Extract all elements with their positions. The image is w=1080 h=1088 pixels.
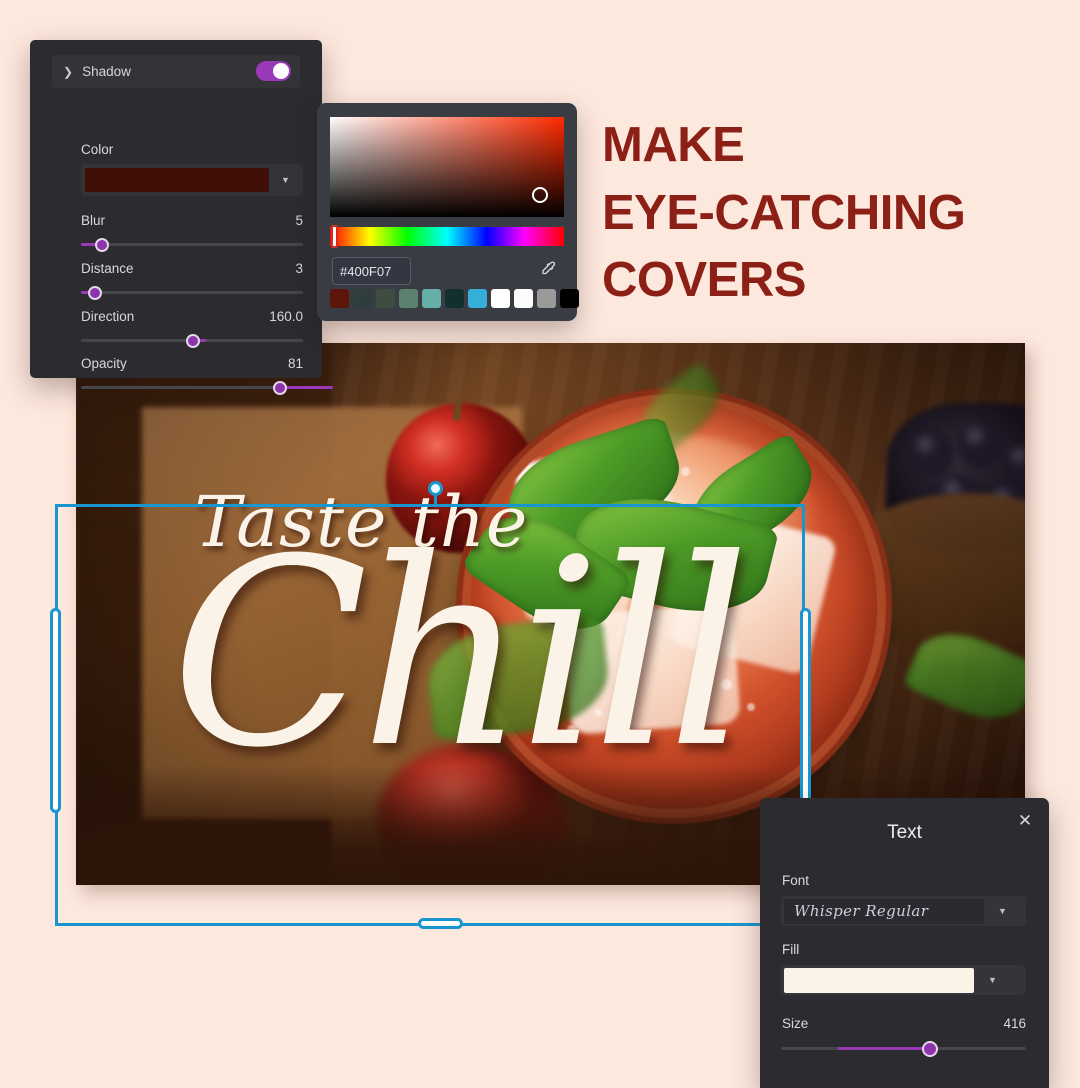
rotate-handle-icon[interactable] bbox=[428, 481, 443, 496]
hue-slider-cursor[interactable] bbox=[331, 225, 338, 248]
preset-swatch-row bbox=[330, 289, 579, 308]
direction-label: Direction bbox=[81, 309, 135, 324]
opacity-label: Opacity bbox=[81, 356, 127, 371]
text-panel-title: Text bbox=[887, 822, 922, 843]
opacity-slider-track[interactable] bbox=[81, 386, 303, 389]
chevron-down-icon[interactable]: ❯ bbox=[63, 66, 73, 78]
blur-slider-knob[interactable] bbox=[95, 238, 109, 252]
resize-handle-right[interactable] bbox=[800, 608, 811, 813]
app-canvas-root: Taste the Chill MAKE EYE-CATCHING COVERS… bbox=[0, 0, 1080, 1088]
headline-line-1: MAKE bbox=[602, 118, 745, 172]
font-select-field[interactable]: Whisper Regular ▼ bbox=[781, 896, 1026, 926]
blur-value: 5 bbox=[295, 213, 303, 228]
preset-swatch[interactable] bbox=[514, 289, 533, 308]
size-slider-knob[interactable] bbox=[922, 1041, 938, 1057]
shadow-color-label: Color bbox=[81, 142, 114, 157]
blur-slider-track[interactable] bbox=[81, 243, 303, 246]
close-icon[interactable]: ✕ bbox=[1017, 812, 1033, 829]
color-picker-popup: #400F07 bbox=[317, 103, 579, 321]
shadow-section-header[interactable]: ❯ Shadow bbox=[52, 55, 300, 88]
preset-swatch[interactable] bbox=[353, 289, 372, 308]
shadow-color-swatch[interactable] bbox=[85, 168, 269, 192]
preset-swatch[interactable] bbox=[491, 289, 510, 308]
chevron-down-icon[interactable]: ▼ bbox=[998, 906, 1007, 916]
resize-handle-bottom[interactable] bbox=[418, 918, 463, 929]
distance-slider-knob[interactable] bbox=[88, 286, 102, 300]
opacity-slider-fill bbox=[286, 386, 333, 389]
preset-swatch[interactable] bbox=[445, 289, 464, 308]
promo-headline: MAKE EYE-CATCHING COVERS bbox=[602, 112, 1052, 315]
chevron-down-icon[interactable]: ▼ bbox=[988, 975, 997, 985]
distance-label: Distance bbox=[81, 261, 134, 276]
resize-handle-left[interactable] bbox=[50, 608, 61, 813]
fill-color-swatch[interactable] bbox=[784, 967, 974, 993]
hex-value: #400F07 bbox=[340, 263, 392, 279]
direction-slider-knob[interactable] bbox=[186, 334, 200, 348]
preset-swatch[interactable] bbox=[376, 289, 395, 308]
distance-slider-track[interactable] bbox=[81, 291, 303, 294]
shadow-section-title: Shadow bbox=[82, 64, 131, 79]
eyedropper-icon[interactable] bbox=[539, 260, 559, 280]
shadow-enable-toggle[interactable] bbox=[256, 61, 291, 81]
distance-value: 3 bbox=[295, 261, 303, 276]
headline-line-2: EYE-CATCHING bbox=[602, 185, 966, 240]
preset-swatch[interactable] bbox=[537, 289, 556, 308]
preset-swatch[interactable] bbox=[399, 289, 418, 308]
size-label: Size bbox=[782, 1016, 809, 1031]
blur-label: Blur bbox=[81, 213, 106, 228]
shadow-properties-panel: ❯ Shadow Color ▼ Blur 5 Distance 3 Direc… bbox=[30, 40, 333, 395]
fill-color-field[interactable]: ▼ bbox=[781, 965, 1026, 995]
size-slider-fill bbox=[838, 1047, 928, 1050]
direction-value: 160.0 bbox=[269, 309, 303, 324]
hex-input-field[interactable]: #400F07 bbox=[332, 257, 411, 285]
shadow-color-swatch-field[interactable]: ▼ bbox=[81, 164, 303, 196]
chevron-down-icon[interactable]: ▼ bbox=[281, 175, 290, 185]
fill-label: Fill bbox=[782, 942, 800, 957]
cover-text-line2[interactable]: Chill bbox=[171, 525, 750, 783]
opacity-value: 81 bbox=[287, 356, 303, 371]
preset-swatch[interactable] bbox=[422, 289, 441, 308]
direction-slider-fill bbox=[200, 339, 206, 342]
headline-line-3: COVERS bbox=[602, 253, 806, 308]
hue-slider[interactable] bbox=[330, 227, 564, 246]
font-label: Font bbox=[782, 873, 810, 888]
preset-swatch[interactable] bbox=[560, 289, 579, 308]
text-properties-panel: Text ✕ Font Whisper Regular ▼ Fill ▼ Siz… bbox=[760, 798, 1049, 1088]
sv-cursor-icon[interactable] bbox=[532, 187, 548, 203]
preset-swatch[interactable] bbox=[330, 289, 349, 308]
preset-swatch[interactable] bbox=[468, 289, 487, 308]
saturation-value-area[interactable] bbox=[330, 117, 564, 217]
size-value: 416 bbox=[1003, 1016, 1026, 1031]
opacity-slider-knob[interactable] bbox=[273, 381, 287, 395]
font-value: Whisper Regular bbox=[784, 898, 984, 924]
